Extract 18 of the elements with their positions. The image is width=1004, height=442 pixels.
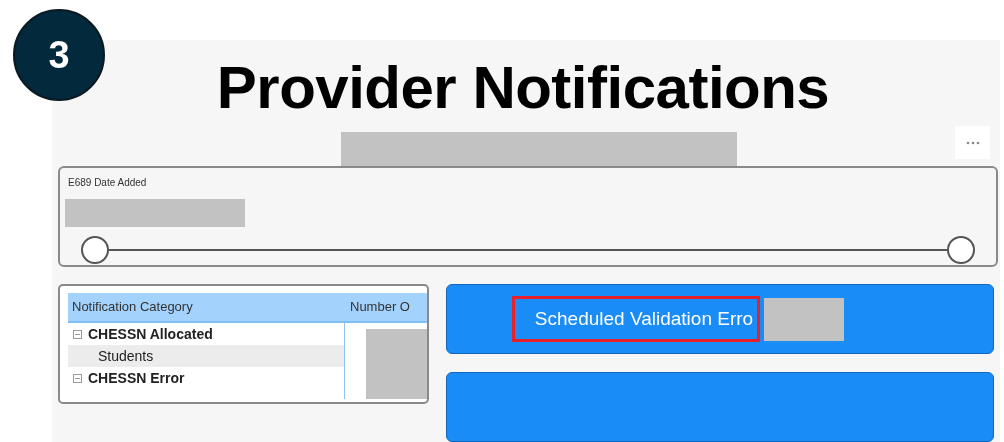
collapse-icon[interactable] (73, 373, 82, 383)
page-title: Provider Notifications (216, 54, 830, 122)
button-label: Scheduled Validation Erro (534, 306, 754, 331)
category-button[interactable] (446, 372, 994, 442)
step-badge: 3 (13, 9, 105, 101)
slider-thumb[interactable] (947, 236, 975, 265)
redacted-block (366, 329, 427, 399)
column-header: Notification Category (71, 298, 194, 317)
collapse-icon[interactable] (73, 329, 82, 339)
table-cell-text: CHESSN Allocated (88, 324, 213, 344)
category-button[interactable]: Scheduled Validation Erro (446, 284, 994, 354)
table-cell-text: Students (98, 346, 154, 366)
slicer-label: E689 Date Added (68, 177, 148, 190)
slider-thumb[interactable] (81, 236, 109, 265)
more-icon (965, 140, 980, 145)
column-header: Number O (349, 298, 410, 317)
table-cell-text: CHESSN Error (88, 368, 185, 388)
date-range-slider[interactable] (81, 236, 975, 265)
